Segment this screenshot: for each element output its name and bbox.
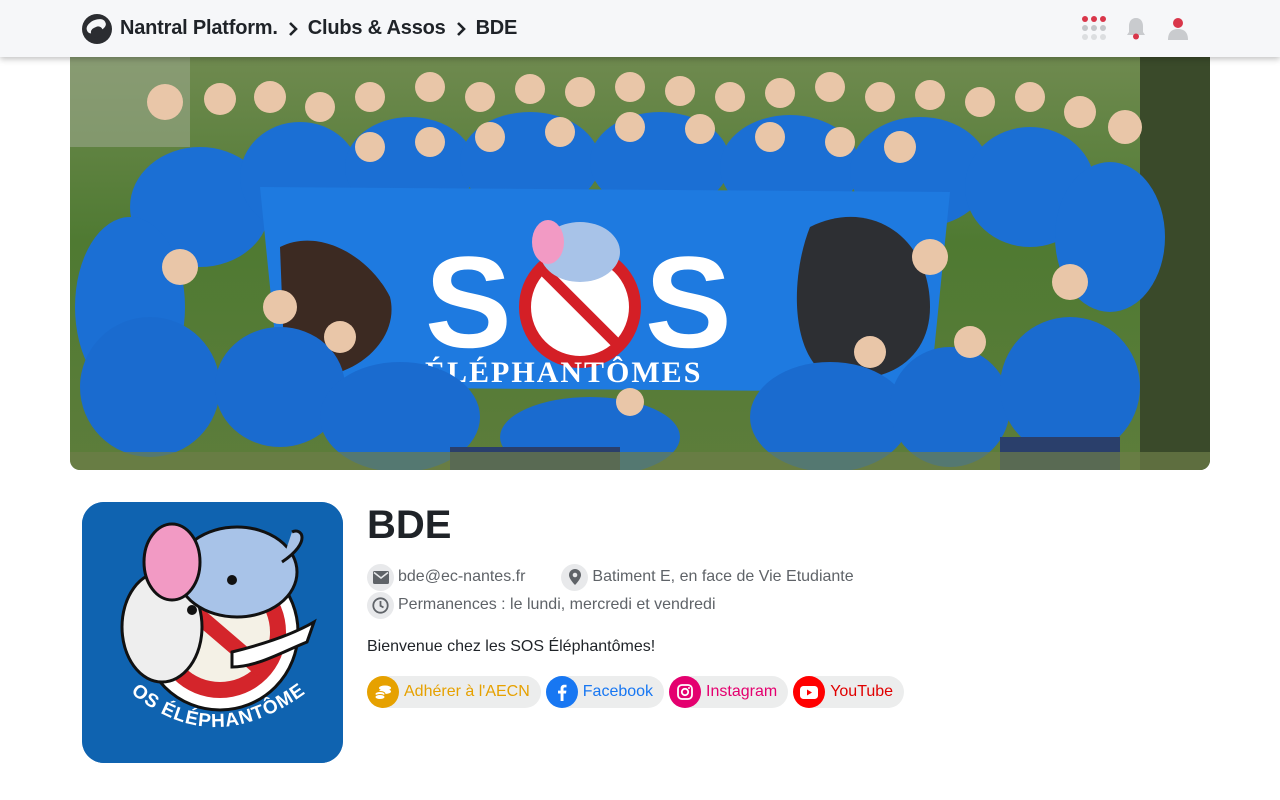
breadcrumb-clubs[interactable]: Clubs & Assos (308, 17, 446, 40)
club-location: Batiment E, en face de Vie Etudiante (561, 563, 854, 591)
club-email[interactable]: bde@ec-nantes.fr (367, 563, 526, 591)
header-actions (1082, 16, 1190, 40)
club-description: Bienvenue chez les SOS Éléphantômes! (367, 638, 656, 655)
clock-icon (367, 591, 394, 619)
facebook-icon (545, 676, 578, 708)
svg-text:S: S (425, 229, 512, 375)
coins-icon (367, 676, 399, 708)
top-navigation-bar: Nantral Platform. Clubs & Assos BDE (0, 0, 1280, 57)
nantral-logo-icon[interactable] (82, 13, 112, 44)
page-title: BDE (367, 503, 452, 547)
chevron-right-icon (278, 19, 308, 39)
club-contact-row: bde@ec-nantes.fr Batiment E, en face de … (367, 563, 1187, 591)
instagram-label: Instagram (706, 683, 778, 700)
club-hours-text: Permanences : le lundi, mercredi et vend… (398, 596, 716, 613)
chevron-right-icon (446, 19, 476, 39)
user-icon[interactable] (1166, 16, 1190, 40)
apps-grid-icon[interactable] (1082, 16, 1106, 40)
club-hours-row: Permanences : le lundi, mercredi et vend… (367, 591, 1187, 619)
club-hours: Permanences : le lundi, mercredi et vend… (367, 591, 716, 619)
instagram-icon (669, 676, 702, 708)
club-banner-image: S S ÉLÉPHANTÔMES (70, 57, 1210, 470)
map-pin-icon (561, 563, 589, 591)
facebook-link[interactable]: Facebook (545, 676, 665, 708)
join-aecn-label: Adhérer à l'AECN (404, 683, 530, 700)
club-info-panel: BDE bde@ec-nantes.fr Batiment E, en face… (367, 502, 1187, 708)
club-links: Adhérer à l'AECN Facebook Instagram YouT… (367, 676, 1187, 708)
club-email-text: bde@ec-nantes.fr (398, 568, 526, 585)
bell-icon[interactable] (1124, 16, 1148, 40)
facebook-label: Facebook (582, 683, 654, 700)
club-logo: SOS ÉLÉPHANTÔMES (82, 502, 343, 763)
breadcrumb: Nantral Platform. Clubs & Assos BDE (82, 13, 517, 44)
breadcrumb-home[interactable]: Nantral Platform. (120, 17, 278, 40)
club-location-text: Batiment E, en face de Vie Etudiante (592, 568, 854, 585)
envelope-icon (367, 563, 394, 591)
instagram-link[interactable]: Instagram (669, 676, 789, 708)
breadcrumb-current: BDE (475, 17, 518, 39)
svg-text:S: S (645, 229, 732, 375)
youtube-link[interactable]: YouTube (793, 676, 905, 708)
youtube-label: YouTube (830, 683, 894, 700)
join-aecn-button[interactable]: Adhérer à l'AECN (367, 676, 541, 708)
youtube-icon (793, 676, 826, 708)
banner-subtitle: ÉLÉPHANTÔMES (425, 356, 702, 389)
